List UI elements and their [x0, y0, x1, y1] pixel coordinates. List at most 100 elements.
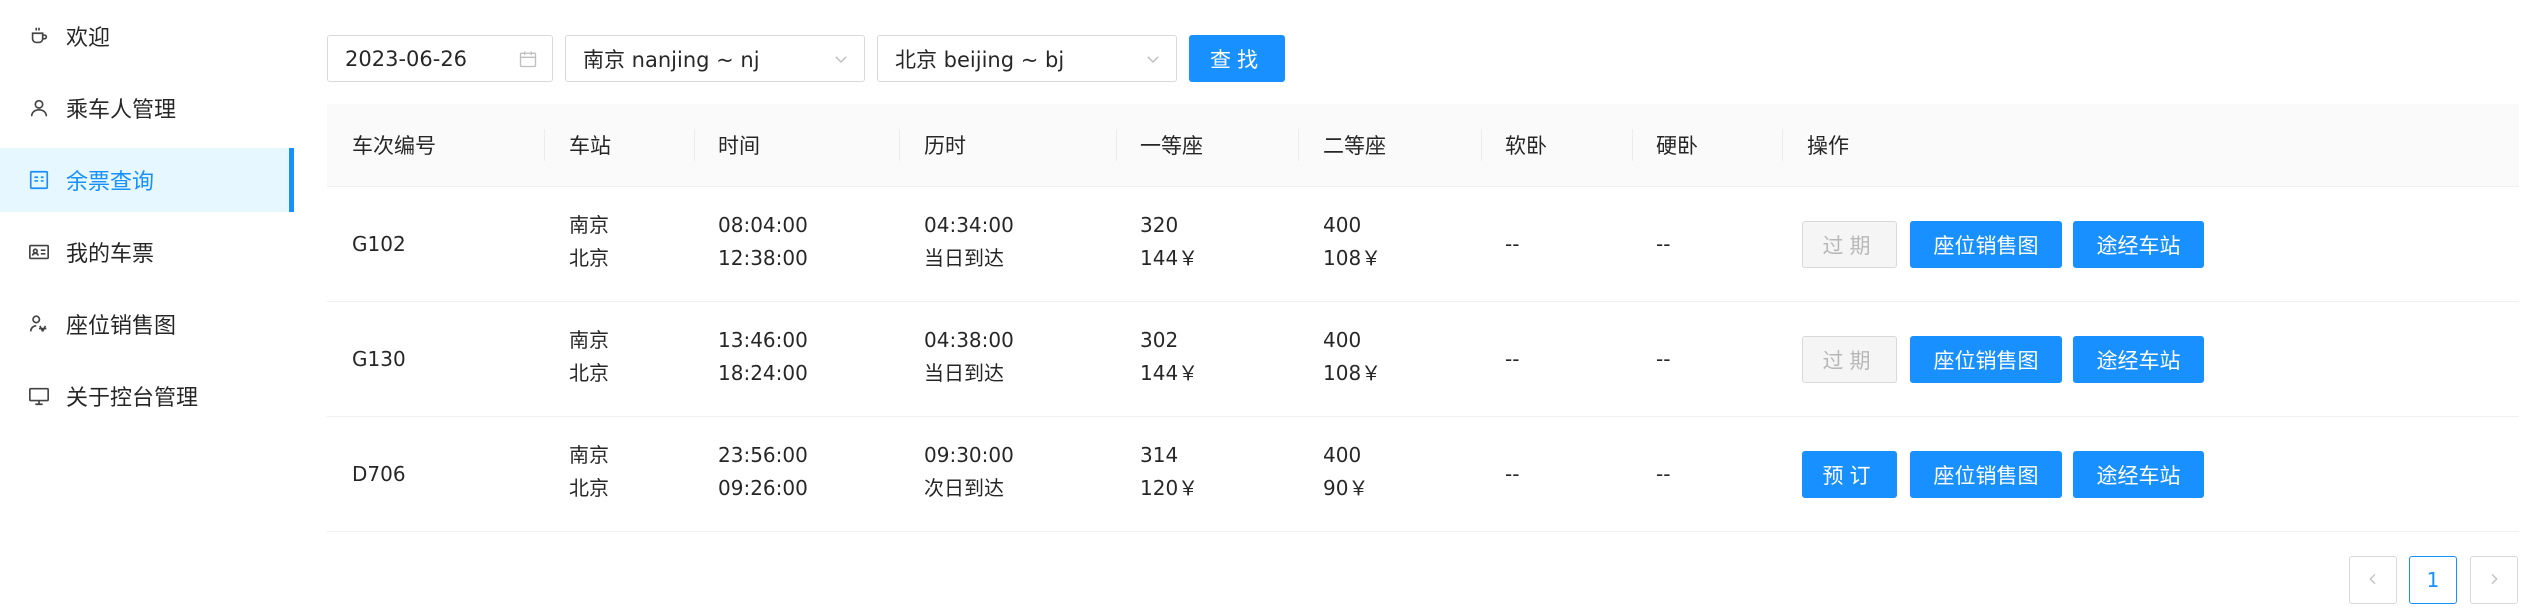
menu-item-label: 乘车人管理 — [66, 98, 177, 123]
column-header: 操作 — [1807, 134, 1849, 158]
arrival-day: 当日到达 — [924, 246, 1004, 270]
first-class-price: 144￥ — [1140, 246, 1199, 270]
column-divider — [1116, 129, 1117, 161]
chevron-down-icon — [832, 50, 850, 68]
soft-sleeper: -- — [1505, 462, 1520, 486]
menu-item-my-tickets[interactable]: 我的车票 — [0, 220, 294, 284]
menu-item-passengers[interactable]: 乘车人管理 — [0, 76, 294, 140]
table-row: G102 南京 北京 08:04:00 12:38:00 04:34:00 当日… — [327, 187, 2519, 302]
user-icon — [27, 96, 51, 120]
arrive-time: 12:38:00 — [718, 246, 808, 270]
duration-cell: 04:38:00 当日到达 — [924, 324, 1014, 390]
menu-item-label: 座位销售图 — [66, 314, 177, 339]
to-station: 北京 — [569, 246, 609, 270]
menu-item-welcome[interactable]: 欢迎 — [0, 4, 294, 68]
seat-map-button[interactable]: 座位销售图 — [1910, 451, 2062, 498]
coffee-icon — [27, 24, 51, 48]
menu-item-seat-chart[interactable]: 座位销售图 — [0, 292, 294, 356]
stops-button[interactable]: 途经车站 — [2073, 336, 2204, 383]
column-divider — [1298, 129, 1299, 161]
second-class-price: 108￥ — [1323, 246, 1382, 270]
column-header: 历时 — [924, 134, 966, 158]
second-class-count: 400 — [1323, 213, 1362, 237]
chevron-left-icon — [2365, 568, 2381, 592]
second-class-count: 400 — [1323, 443, 1362, 467]
column-divider — [1481, 129, 1482, 161]
menu-item-label: 我的车票 — [66, 242, 155, 267]
time-cell: 13:46:00 18:24:00 — [718, 324, 808, 390]
arrive-time: 09:26:00 — [718, 476, 808, 500]
from-station: 南京 — [569, 213, 609, 237]
stations-cell: 南京 北京 — [569, 209, 609, 275]
column-header: 硬卧 — [1656, 134, 1698, 158]
date-picker[interactable]: 2023-06-26 — [327, 35, 553, 82]
seat-map-button[interactable]: 座位销售图 — [1910, 336, 2062, 383]
column-divider — [899, 129, 900, 161]
depart-time: 08:04:00 — [718, 213, 808, 237]
table-row: G130 南京 北京 13:46:00 18:24:00 04:38:00 当日… — [327, 302, 2519, 417]
second-class-cell: 400 90￥ — [1323, 439, 1368, 505]
from-station: 南京 — [569, 328, 609, 352]
second-class-price: 108￥ — [1323, 361, 1382, 385]
sidebar-menu: 欢迎 乘车人管理 余票查询 我的车票 座位销售图 关于控台管理 — [0, 0, 294, 615]
stops-button[interactable]: 途经车站 — [2073, 451, 2204, 498]
menu-item-ticket-search[interactable]: 余票查询 — [0, 148, 294, 212]
menu-item-label: 关于控台管理 — [66, 386, 199, 411]
to-station: 北京 — [569, 476, 609, 500]
column-header: 时间 — [718, 134, 760, 158]
first-class-cell: 314 120￥ — [1140, 439, 1198, 505]
from-station-select[interactable]: 南京 nanjing ~ nj — [565, 35, 865, 82]
second-class-cell: 400 108￥ — [1323, 324, 1381, 390]
arrival-day: 当日到达 — [924, 361, 1004, 385]
duration-cell: 09:30:00 次日到达 — [924, 439, 1014, 505]
soft-sleeper: -- — [1505, 232, 1520, 256]
first-class-price: 144￥ — [1140, 361, 1199, 385]
ticket-search-icon — [27, 168, 51, 192]
depart-time: 13:46:00 — [718, 328, 808, 352]
menu-item-console[interactable]: 关于控台管理 — [0, 364, 294, 428]
column-divider — [1782, 129, 1783, 161]
stations-cell: 南京 北京 — [569, 324, 609, 390]
prev-page-button[interactable] — [2349, 556, 2397, 604]
column-header: 二等座 — [1323, 134, 1386, 158]
duration-cell: 04:34:00 当日到达 — [924, 209, 1014, 275]
menu-item-label: 欢迎 — [66, 26, 111, 51]
id-card-icon — [27, 240, 51, 264]
table-row: D706 南京 北京 23:56:00 09:26:00 09:30:00 次日… — [327, 417, 2519, 532]
hard-sleeper: -- — [1656, 462, 1671, 486]
next-page-button[interactable] — [2470, 556, 2518, 604]
second-class-cell: 400 108￥ — [1323, 209, 1381, 275]
arrive-time: 18:24:00 — [718, 361, 808, 385]
second-class-count: 400 — [1323, 328, 1362, 352]
desktop-icon — [27, 384, 51, 408]
duration: 04:38:00 — [924, 328, 1014, 352]
date-value: 2023-06-26 — [345, 46, 468, 71]
to-station-select[interactable]: 北京 beijing ~ bj — [877, 35, 1177, 82]
stations-cell: 南京 北京 — [569, 439, 609, 505]
search-button[interactable]: 查找 — [1189, 35, 1285, 82]
stops-button[interactable]: 途经车站 — [2073, 221, 2204, 268]
column-header: 车站 — [569, 134, 611, 158]
hard-sleeper: -- — [1656, 232, 1671, 256]
time-cell: 23:56:00 09:26:00 — [718, 439, 808, 505]
expired-button[interactable]: 过期 — [1802, 336, 1897, 383]
depart-time: 23:56:00 — [718, 443, 808, 467]
column-header: 车次编号 — [352, 134, 436, 158]
first-class-cell: 302 144￥ — [1140, 324, 1198, 390]
book-button[interactable]: 预订 — [1802, 451, 1897, 498]
from-station-value: 南京 nanjing ~ nj — [583, 47, 760, 72]
menu-item-label: 余票查询 — [66, 170, 155, 195]
column-divider — [694, 129, 695, 161]
first-class-count: 320 — [1140, 213, 1179, 237]
from-station: 南京 — [569, 443, 609, 467]
to-station-value: 北京 beijing ~ bj — [895, 47, 1065, 72]
seat-chart-icon — [27, 312, 51, 336]
soft-sleeper: -- — [1505, 347, 1520, 371]
to-station: 北京 — [569, 361, 609, 385]
page-number-button[interactable]: 1 — [2409, 556, 2457, 604]
expired-button[interactable]: 过期 — [1802, 221, 1897, 268]
column-divider — [544, 129, 545, 161]
duration: 04:34:00 — [924, 213, 1014, 237]
train-number: D706 — [352, 462, 406, 486]
seat-map-button[interactable]: 座位销售图 — [1910, 221, 2062, 268]
